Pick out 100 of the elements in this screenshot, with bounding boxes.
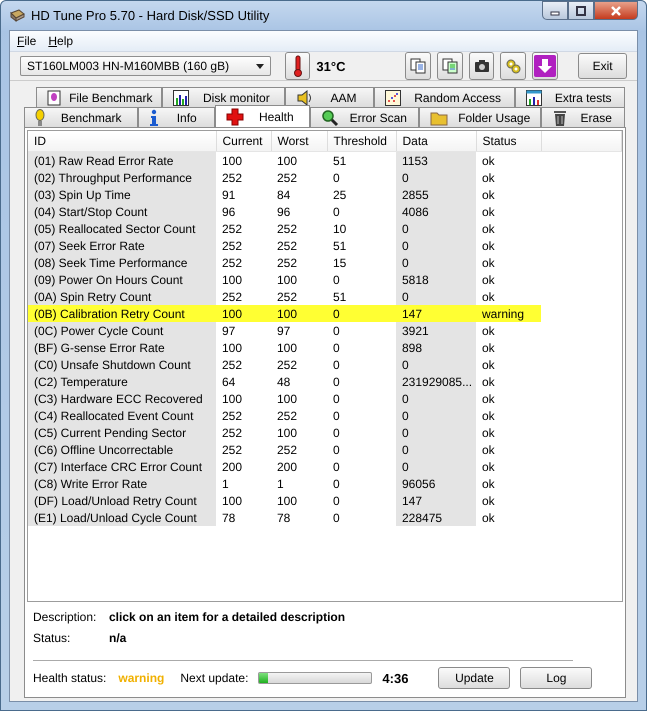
- table-cell: 100: [216, 390, 271, 407]
- table-cell: 0: [327, 424, 396, 441]
- table-cell: ok: [476, 288, 541, 305]
- table-cell: 51: [327, 237, 396, 254]
- table-cell: (C3) Hardware ECC Recovered: [28, 390, 216, 407]
- table-cell-text: 48: [276, 374, 292, 390]
- tab[interactable]: Info: [138, 107, 216, 127]
- footer-button[interactable]: Log: [520, 667, 592, 689]
- table-cell-text: 252: [276, 408, 298, 424]
- table-cell: 147: [396, 492, 476, 509]
- column-header[interactable]: Worst: [271, 131, 327, 152]
- table-cell: 0: [327, 492, 396, 509]
- table-cell: 0: [396, 254, 476, 271]
- table-cell: 0: [327, 322, 396, 339]
- table-cell: 252: [216, 424, 271, 441]
- close-button[interactable]: [594, 1, 638, 20]
- table-cell: (05) Reallocated Sector Count: [28, 220, 216, 237]
- table-cell-text: 200: [276, 458, 298, 475]
- table-cell: (0B) Calibration Retry Count: [28, 305, 216, 322]
- table-cell: ok: [476, 220, 541, 237]
- description-label: Description:: [33, 610, 98, 626]
- column-header[interactable]: Status: [476, 131, 541, 152]
- table-cell: 0: [327, 271, 396, 288]
- table-cell: 252: [216, 169, 271, 186]
- table-cell: 15: [327, 254, 396, 271]
- countdown: 4:36: [382, 670, 410, 686]
- table-cell: 0: [327, 390, 396, 407]
- table-cell: 10: [327, 220, 396, 237]
- maximize-icon: [575, 6, 587, 16]
- toolbar-button[interactable]: [500, 52, 526, 80]
- toolbar-button[interactable]: [532, 52, 558, 80]
- status-value: n/a: [109, 631, 128, 647]
- footer-button[interactable]: Update: [438, 667, 510, 689]
- tab[interactable]: Random Access: [374, 87, 516, 107]
- column-header[interactable]: Data: [396, 131, 476, 152]
- table-cell: ok: [476, 458, 541, 475]
- camera-icon: [474, 58, 490, 74]
- table-cell: 0: [396, 356, 476, 373]
- table-cell: 100: [216, 339, 271, 356]
- toolbar-button[interactable]: [404, 52, 431, 80]
- tab[interactable]: Erase: [541, 107, 625, 127]
- table-cell: 898: [396, 339, 476, 356]
- table-cell: (C0) Unsafe Shutdown Count: [28, 356, 216, 373]
- tab[interactable]: Benchmark: [24, 107, 138, 127]
- table-cell: ok: [476, 492, 541, 509]
- magnifier-icon: [320, 108, 339, 126]
- column-header[interactable]: Threshold: [327, 131, 396, 152]
- trash-icon: [552, 108, 568, 126]
- table-cell: (C7) Interface CRC Error Count: [28, 458, 216, 475]
- table-cell: ok: [476, 475, 541, 492]
- column-header[interactable]: Current: [216, 131, 271, 152]
- table-cell: ok: [476, 509, 541, 526]
- table-cell: 25: [327, 186, 396, 203]
- tab[interactable]: Folder Usage: [419, 107, 542, 127]
- table-cell: 0: [327, 356, 396, 373]
- menu-item[interactable]: Help: [43, 33, 78, 49]
- maximize-button[interactable]: [568, 1, 594, 20]
- drive-dropdown[interactable]: ST160LM003 HN-M160MBB (160 gB): [20, 56, 271, 76]
- table-cell: 0: [396, 390, 476, 407]
- close-icon: [610, 6, 622, 16]
- table-cell: 100: [271, 152, 327, 169]
- temperature-button[interactable]: [284, 52, 310, 80]
- table-cell: (08) Seek Time Performance: [28, 254, 216, 271]
- table-cell: 231929085...: [396, 373, 476, 390]
- table-cell: 5818: [396, 271, 476, 288]
- exit-button[interactable]: Exit: [578, 53, 628, 79]
- table-cell: (02) Throughput Performance: [28, 169, 216, 186]
- download-icon: [534, 55, 556, 77]
- column-header[interactable]: ID: [28, 131, 216, 152]
- window-title: HD Tune Pro 5.70 - Hard Disk/SSD Utility: [31, 8, 270, 23]
- table-cell: 97: [271, 322, 327, 339]
- table-cell: 1: [216, 475, 271, 492]
- tab[interactable]: Extra tests: [515, 87, 625, 107]
- table-cell: (03) Spin Up Time: [28, 186, 216, 203]
- table-cell: ok: [476, 339, 541, 356]
- toolbar-button[interactable]: [468, 52, 494, 80]
- table-cell: 0: [327, 509, 396, 526]
- table-cell: 147: [396, 305, 476, 322]
- table-cell: ok: [476, 441, 541, 458]
- tab[interactable]: File Benchmark: [36, 87, 162, 107]
- table-cell-text: 100: [276, 390, 298, 407]
- table-cell: 0: [327, 305, 396, 322]
- toolbar-button[interactable]: [436, 52, 463, 80]
- menu-item[interactable]: File: [12, 33, 42, 49]
- table-cell: ok: [476, 186, 541, 203]
- table-cell: 0: [327, 373, 396, 390]
- table-cell: 96: [216, 203, 271, 220]
- tab[interactable]: AAM: [285, 87, 374, 107]
- table-cell-text: 78: [276, 510, 292, 526]
- table-cell: ok: [476, 254, 541, 271]
- table-cell: 78: [216, 509, 271, 526]
- tab[interactable]: Disk monitor: [162, 87, 286, 107]
- tab[interactable]: Error Scan: [310, 107, 420, 127]
- table-cell: 100: [271, 305, 327, 322]
- minimize-button[interactable]: [542, 1, 568, 20]
- table-cell-text: 100: [276, 424, 298, 441]
- table-cell: 0: [396, 220, 476, 237]
- tab[interactable]: Health: [215, 105, 310, 127]
- table-cell: (C6) Offline Uncorrectable: [28, 441, 216, 458]
- table-cell: ok: [476, 322, 541, 339]
